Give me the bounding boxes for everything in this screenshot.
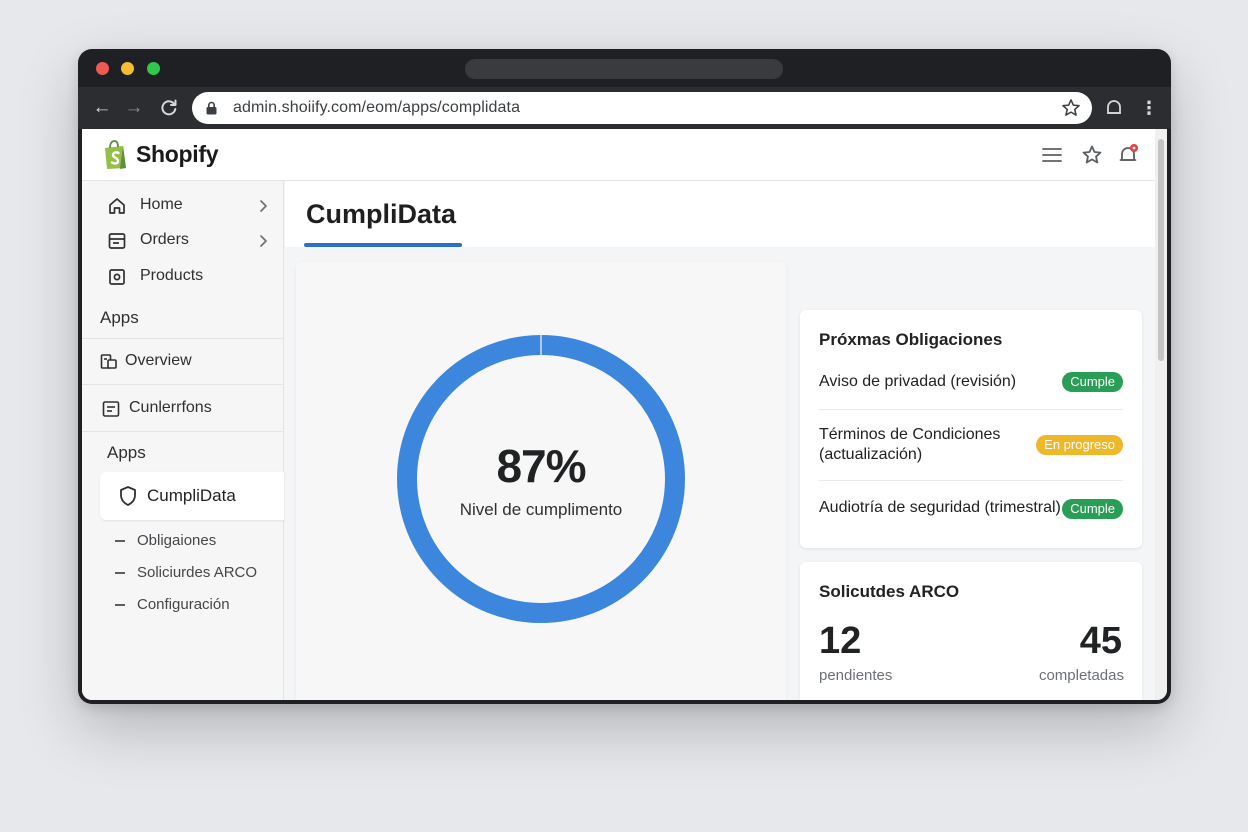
sidebar-subitem-label: Configuración [137,596,230,613]
page-title-underline [304,243,462,247]
obligation-row[interactable]: Audiotría de seguridad (trimestral) Cump… [819,497,1123,519]
sidebar-item-products[interactable]: Products [82,260,284,294]
browser-menu-icon[interactable]: ⋮ [1140,96,1158,120]
arco-completed-label: completadas [1038,667,1124,684]
browser-toolbar: ← → admin.shoiify.com/eom/apps/complidat… [78,87,1171,129]
products-icon [109,269,125,285]
arco-requests-card: Solicutdes ARCO 12 pendientes 45 complet… [800,562,1142,700]
admin-topbar: Shopify [82,129,1155,181]
compliance-label: Nivel de cumplimento [459,500,623,519]
sidebar-item-label: CumpliData [147,486,236,505]
compliance-gauge-card: 87% Nivel de cumplimento [296,262,786,700]
status-badge: Cumple [1062,499,1123,519]
sidebar-item-home[interactable]: Home [82,189,284,223]
sidebar-item-cumplidata[interactable]: CumpliData [100,472,284,520]
arco-title: Solicutdes ARCO [819,582,960,601]
obligation-row[interactable]: Términos de Condiciones (actualización) … [819,425,1123,467]
hamburger-menu-icon[interactable] [1040,143,1064,167]
sidebar-divider [82,338,284,339]
sidebar-subitem-obligaciones[interactable]: Obligaiones [82,528,284,554]
bookmark-star-icon[interactable] [1060,97,1082,119]
back-arrow-icon[interactable]: ← [88,94,116,122]
forward-arrow-icon[interactable]: → [120,94,148,122]
shopify-bag-icon [105,140,126,169]
sidebar-section-apps: Apps [107,443,146,462]
sidebar-subitem-configuracion[interactable]: Configuración [82,592,284,618]
sidebar-divider [82,384,284,385]
sidebar-subitem-label: Soliciurdes ARCO [137,564,258,581]
obligations-card: Próxmas Obligaciones Aviso de privadad (… [800,310,1142,548]
obligation-label-line2: (actualización) [819,446,923,463]
chevron-right-icon [260,200,267,212]
obligation-label: Aviso de privadad (revisión) [819,373,1017,390]
chevron-right-icon [260,235,267,247]
sidebar-subitem-solicitudes-arco[interactable]: Soliciurdes ARCO [82,560,284,586]
sidebar-item-label: Cunlerrfons [129,399,212,416]
status-badge: Cumple [1062,372,1123,392]
sidebar-item-label: Overview [125,352,192,369]
lock-icon [206,101,217,115]
url-text[interactable]: admin.shoiify.com/eom/apps/complidata [233,99,520,117]
scrollbar-thumb[interactable] [1158,139,1164,361]
compliance-value: 87% [496,440,586,492]
sidebar-item-orders[interactable]: Orders [82,224,284,258]
notification-bell-icon[interactable] [1116,143,1140,167]
sidebar-subitem-label: Obligaiones [137,532,217,549]
sidebar-section-apps: Apps [100,308,139,327]
reload-icon[interactable] [155,94,183,122]
sidebar-item-label: Orders [140,231,189,248]
admin-sidebar: Home Orders Products Apps Overview Cunle… [82,181,284,700]
browser-tab[interactable] [465,59,783,79]
sidebar-item-overview[interactable]: Overview [82,345,284,379]
page-viewport: Shopify Home Orders Products Apps Overvi… [82,129,1167,700]
arco-completed-count: 45 [1079,620,1122,662]
brand-name: Shopify [136,141,219,167]
sidebar-item-customers[interactable]: Cunlerrfons [82,392,284,426]
star-icon[interactable] [1080,143,1104,167]
obligation-row[interactable]: Aviso de privadad (revisión) Cumple [819,371,1123,393]
shield-icon [120,486,136,506]
obligations-title: Próxmas Obligaciones [819,330,1003,349]
minimize-window-button[interactable] [121,62,134,75]
address-bar[interactable]: admin.shoiify.com/eom/apps/complidata [192,92,1092,124]
orders-icon [108,233,126,249]
window-titlebar [78,49,1171,87]
arco-pending-label: pendientes [819,667,893,684]
dash-icon [115,540,125,542]
close-window-button[interactable] [96,62,109,75]
home-icon [109,198,125,214]
page-scrollbar[interactable] [1155,129,1167,700]
sidebar-divider [82,431,284,432]
customers-icon [102,401,120,417]
page-header: CumpliData [285,181,1155,247]
sidebar-item-label: Home [140,196,183,213]
page-title: CumpliData [306,199,457,229]
arco-pending-count: 12 [819,620,862,662]
extensions-icon[interactable] [1104,98,1124,118]
overview-icon [100,354,117,369]
dash-icon [115,604,125,606]
browser-window: ← → admin.shoiify.com/eom/apps/complidat… [78,49,1171,704]
status-badge: En progreso [1036,435,1123,455]
dash-icon [115,572,125,574]
row-divider [819,480,1123,481]
sidebar-item-label: Products [140,267,204,284]
row-divider [819,409,1123,410]
obligation-label-line1: Términos de Condiciones [819,426,1001,443]
obligation-label: Audiotría de seguridad (trimestral) [819,499,1061,516]
maximize-window-button[interactable] [147,62,160,75]
